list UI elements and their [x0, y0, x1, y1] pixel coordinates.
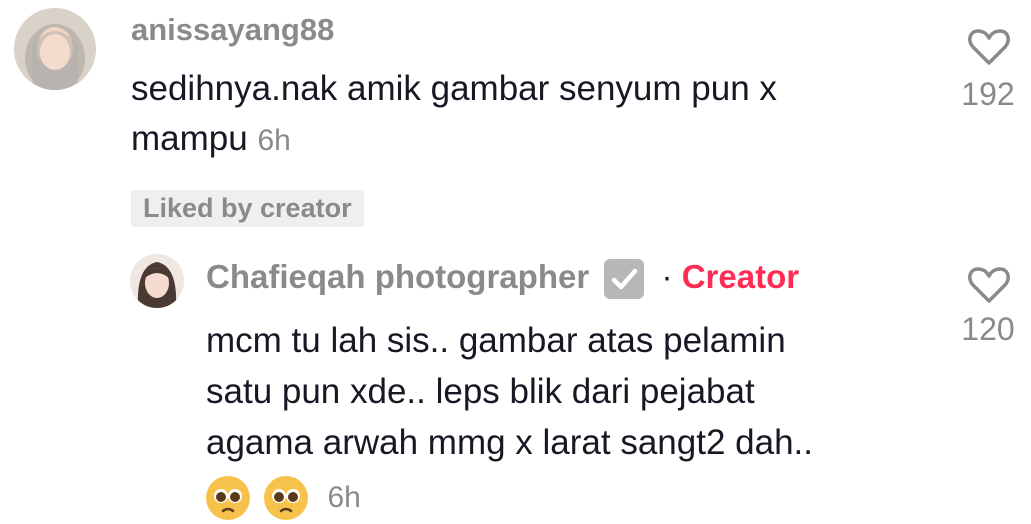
comment-time: 6h — [257, 123, 291, 157]
reply-time: 6h — [327, 480, 361, 514]
reply-text-line: mcm tu lah sis.. gambar atas pelamin — [206, 321, 786, 360]
pleading-face-emoji — [206, 475, 250, 520]
reply-text-line: agama arwah mmg x larat sangt2 dah.. — [206, 423, 813, 462]
reply-username[interactable]: Chafieqah photographer — [206, 258, 589, 295]
heart-icon[interactable] — [967, 265, 1011, 305]
reply-text-line: 6h — [206, 473, 946, 524]
reply-text-line: satu pun xde.. leps blik dari pejabat — [206, 372, 755, 411]
liked-by-creator-badge: Liked by creator — [131, 190, 364, 227]
creator-label: Creator — [681, 258, 800, 295]
reply-header: Chafieqah photographer · Creator — [206, 258, 800, 300]
pleading-face-emoji — [263, 475, 308, 520]
avatar[interactable] — [14, 8, 96, 90]
reply-text: mcm tu lah sis.. gambar atas pelamin sat… — [206, 318, 946, 524]
like-count: 192 — [961, 76, 1015, 112]
comment-text-line: sedihnya.nak amik gambar senyum pun x — [131, 69, 777, 108]
heart-icon[interactable] — [967, 27, 1011, 67]
comment-text: sedihnya.nak amik gambar senyum pun x ma… — [131, 66, 931, 162]
verified-check-icon — [604, 259, 645, 300]
avatar[interactable] — [130, 254, 184, 308]
separator-dot: · — [661, 258, 673, 295]
comment-username[interactable]: anissayang88 — [131, 12, 334, 48]
comment-text-line: mampu 6h — [131, 116, 931, 163]
comment-text-end: mampu — [131, 118, 248, 158]
like-count: 120 — [961, 311, 1015, 347]
